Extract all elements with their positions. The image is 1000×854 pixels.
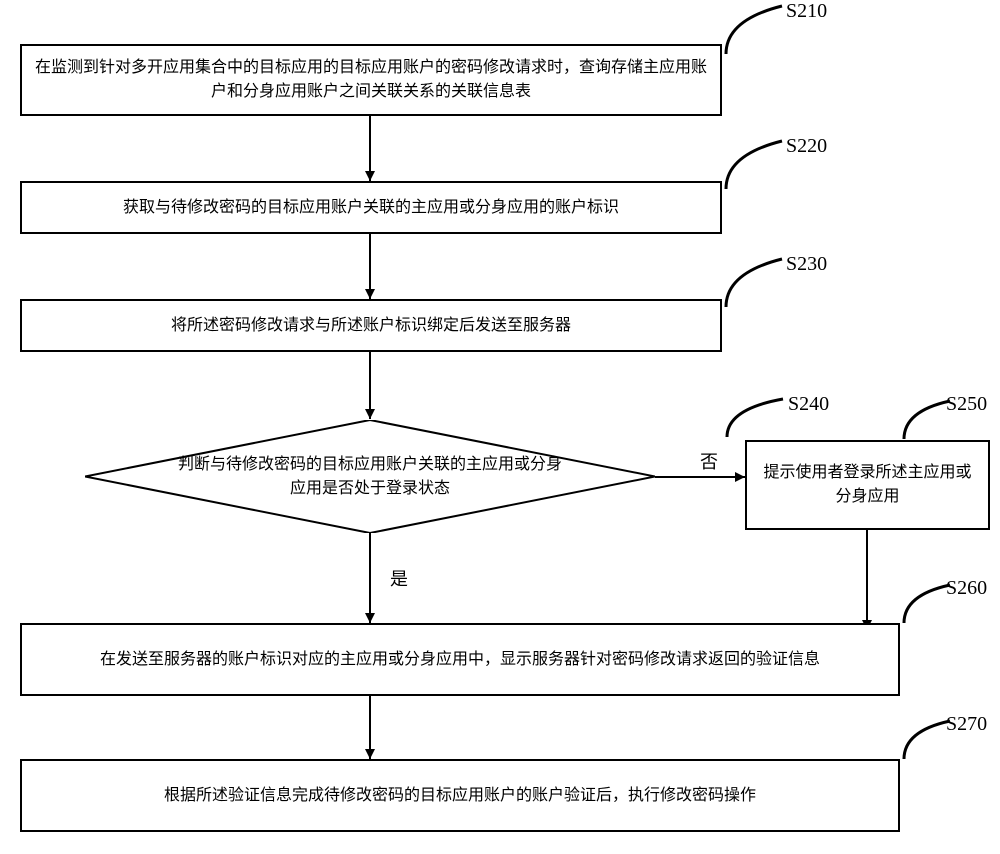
decision-s240-text: 判断与待修改密码的目标应用账户关联的主应用或分身应用是否处于登录状态 [85, 420, 655, 533]
step-s260-text: 在发送至服务器的账户标识对应的主应用或分身应用中，显示服务器针对密码修改请求返回… [100, 648, 820, 672]
step-s250: 提示使用者登录所述主应用或分身应用 [745, 440, 990, 530]
step-s220: 获取与待修改密码的目标应用账户关联的主应用或分身应用的账户标识 [20, 181, 722, 234]
label-s250: S250 [946, 393, 987, 416]
callout-s270 [902, 717, 952, 761]
label-s220: S220 [786, 135, 827, 158]
step-s250-text: 提示使用者登录所述主应用或分身应用 [759, 461, 976, 509]
decision-s240: 判断与待修改密码的目标应用账户关联的主应用或分身应用是否处于登录状态 [85, 420, 655, 533]
callout-s220 [724, 137, 784, 191]
label-s270: S270 [946, 713, 987, 736]
callout-s260 [902, 581, 952, 625]
step-s210-text: 在监测到针对多开应用集合中的目标应用的目标应用账户的密码修改请求时，查询存储主应… [34, 56, 708, 104]
label-s230: S230 [786, 253, 827, 276]
label-s260: S260 [946, 577, 987, 600]
label-s210: S210 [786, 0, 827, 23]
callout-s210 [724, 2, 784, 56]
step-s260: 在发送至服务器的账户标识对应的主应用或分身应用中，显示服务器针对密码修改请求返回… [20, 623, 900, 696]
callout-s250 [902, 397, 952, 441]
callout-s240 [725, 395, 785, 439]
label-s240: S240 [788, 393, 829, 416]
step-s220-text: 获取与待修改密码的目标应用账户关联的主应用或分身应用的账户标识 [123, 196, 619, 220]
step-s230: 将所述密码修改请求与所述账户标识绑定后发送至服务器 [20, 299, 722, 352]
step-s270-text: 根据所述验证信息完成待修改密码的目标应用账户的账户验证后，执行修改密码操作 [164, 784, 756, 808]
step-s230-text: 将所述密码修改请求与所述账户标识绑定后发送至服务器 [171, 314, 571, 338]
flowchart-canvas: 在监测到针对多开应用集合中的目标应用的目标应用账户的密码修改请求时，查询存储主应… [0, 0, 1000, 854]
callout-s230 [724, 255, 784, 309]
edge-no: 否 [700, 448, 718, 474]
step-s210: 在监测到针对多开应用集合中的目标应用的目标应用账户的密码修改请求时，查询存储主应… [20, 44, 722, 116]
step-s270: 根据所述验证信息完成待修改密码的目标应用账户的账户验证后，执行修改密码操作 [20, 759, 900, 832]
edge-yes: 是 [390, 565, 408, 591]
